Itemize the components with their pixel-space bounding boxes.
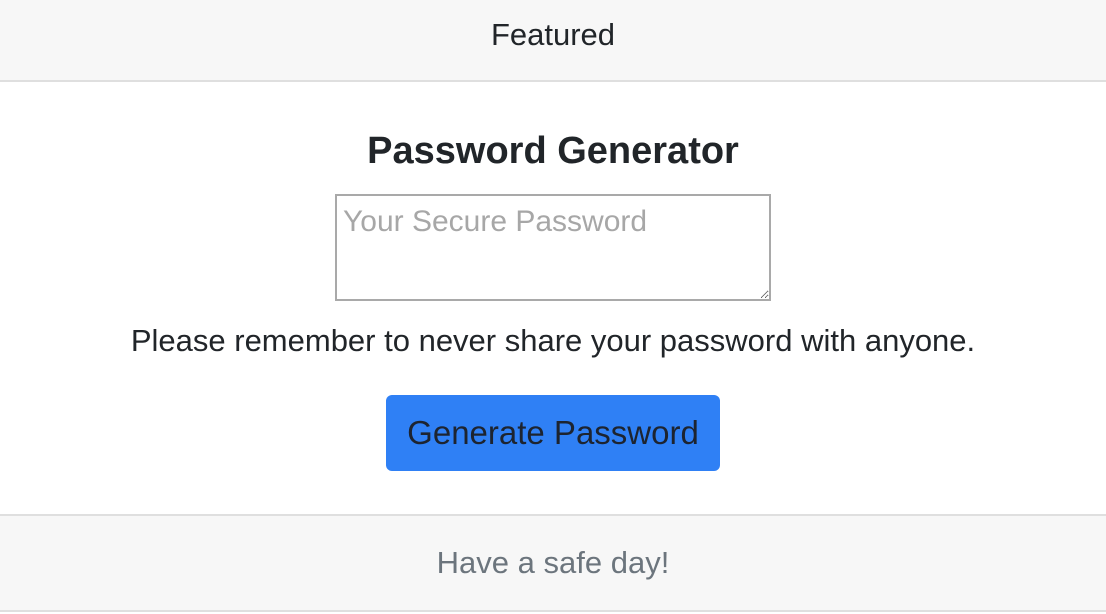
page-title: Password Generator xyxy=(367,130,739,172)
generate-password-button[interactable]: Generate Password xyxy=(386,395,720,471)
card-footer: Have a safe day! xyxy=(0,514,1106,612)
footer-message: Have a safe day! xyxy=(436,545,670,580)
header-title: Featured xyxy=(490,17,616,52)
card-body: Password Generator Please remember to ne… xyxy=(0,82,1106,514)
security-notice: Please remember to never share your pass… xyxy=(130,323,976,358)
card-header: Featured xyxy=(0,0,1106,82)
password-output-textarea[interactable] xyxy=(335,194,771,301)
password-generator-card: Featured Password Generator Please remem… xyxy=(0,0,1106,614)
